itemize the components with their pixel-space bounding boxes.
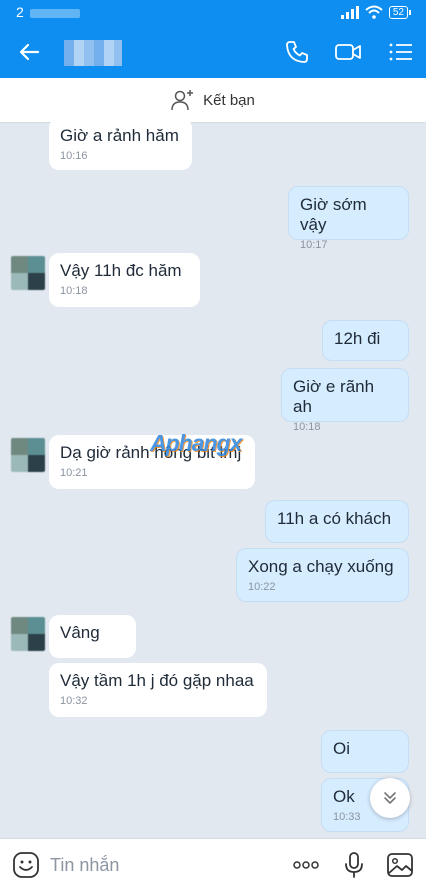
contact-avatar[interactable] [11,617,45,651]
message-text: Vâng [60,623,100,642]
message-text: Ok [333,787,355,806]
message-text: Xong a chạy xuống [248,557,394,576]
contact-name-blurred[interactable] [64,40,122,66]
message-time: 10:18 [293,421,321,433]
message-text: Vậy 11h đc hăm [60,261,182,280]
status-time: 2 [16,4,24,20]
battery-icon: 52 [388,5,412,19]
message-time: 10:16 [60,150,88,162]
add-friend-icon [171,90,194,111]
message-time: 10:22 [248,581,276,593]
status-time-blur [30,9,80,18]
microphone-icon[interactable] [340,851,368,879]
message-input[interactable] [48,851,272,879]
scroll-to-bottom-button[interactable] [370,778,410,818]
emoji-icon[interactable] [12,851,40,879]
status-icons: 52 [340,5,412,19]
message-text: Giờ a rảnh hăm [60,126,179,145]
add-friend-label: Kết bạn [203,91,255,109]
signal-icon [340,5,359,19]
message-bubble-outgoing[interactable]: Oi [321,730,409,773]
chevron-double-down-icon [384,792,396,804]
message-time: 10:17 [300,239,328,251]
message-text: Giờ e rãnh ah [293,377,375,416]
message-text: Oi [333,739,350,758]
message-bubble-outgoing[interactable]: 12h đi [322,320,409,361]
message-bubble-incoming[interactable]: Vâng [49,615,136,658]
contact-avatar[interactable] [11,256,45,290]
message-bubble-outgoing[interactable]: Giờ sớm vậy 10:17 [288,186,409,251]
menu-list-icon[interactable] [387,38,415,66]
message-bubble-incoming[interactable]: Vậy 11h đc hăm 10:18 [49,253,200,307]
phone-call-icon[interactable] [283,38,311,66]
status-bar: 2 52 [0,0,426,26]
message-bubble-incoming[interactable]: Giờ a rảnh hăm 10:16 [49,122,192,170]
message-text: Vậy tầm 1h j đó gặp nhaa [60,671,254,690]
more-options-icon[interactable] [292,851,320,879]
message-composer [0,838,426,889]
message-time: 10:18 [60,285,88,297]
message-text: Giờ sớm vậy [300,195,367,234]
message-time: 10:32 [60,695,88,707]
back-arrow-icon[interactable] [16,38,44,66]
video-call-icon[interactable] [334,38,362,66]
message-list[interactable]: Giờ a rảnh hăm 10:16 Giờ sớm vậy 10:17 V… [0,122,426,838]
message-bubble-incoming[interactable]: Vậy tầm 1h j đó gặp nhaa 10:32 [49,663,267,717]
watermark-text: Aphangx [150,430,242,456]
message-time: 10:21 [60,467,88,479]
message-text: 11h a có khách [277,509,392,528]
message-text: 12h đi [334,329,381,348]
add-friend-button[interactable]: Kết bạn [0,78,426,123]
contact-avatar[interactable] [11,438,45,472]
wifi-icon [365,5,383,19]
message-bubble-outgoing[interactable]: 11h a có khách [265,500,409,543]
chat-header [0,26,426,78]
message-bubble-outgoing[interactable]: Giờ e rãnh ah 10:18 [281,368,409,433]
image-gallery-icon[interactable] [386,851,414,879]
message-bubble-outgoing[interactable]: Xong a chạy xuống 10:22 [236,548,409,602]
